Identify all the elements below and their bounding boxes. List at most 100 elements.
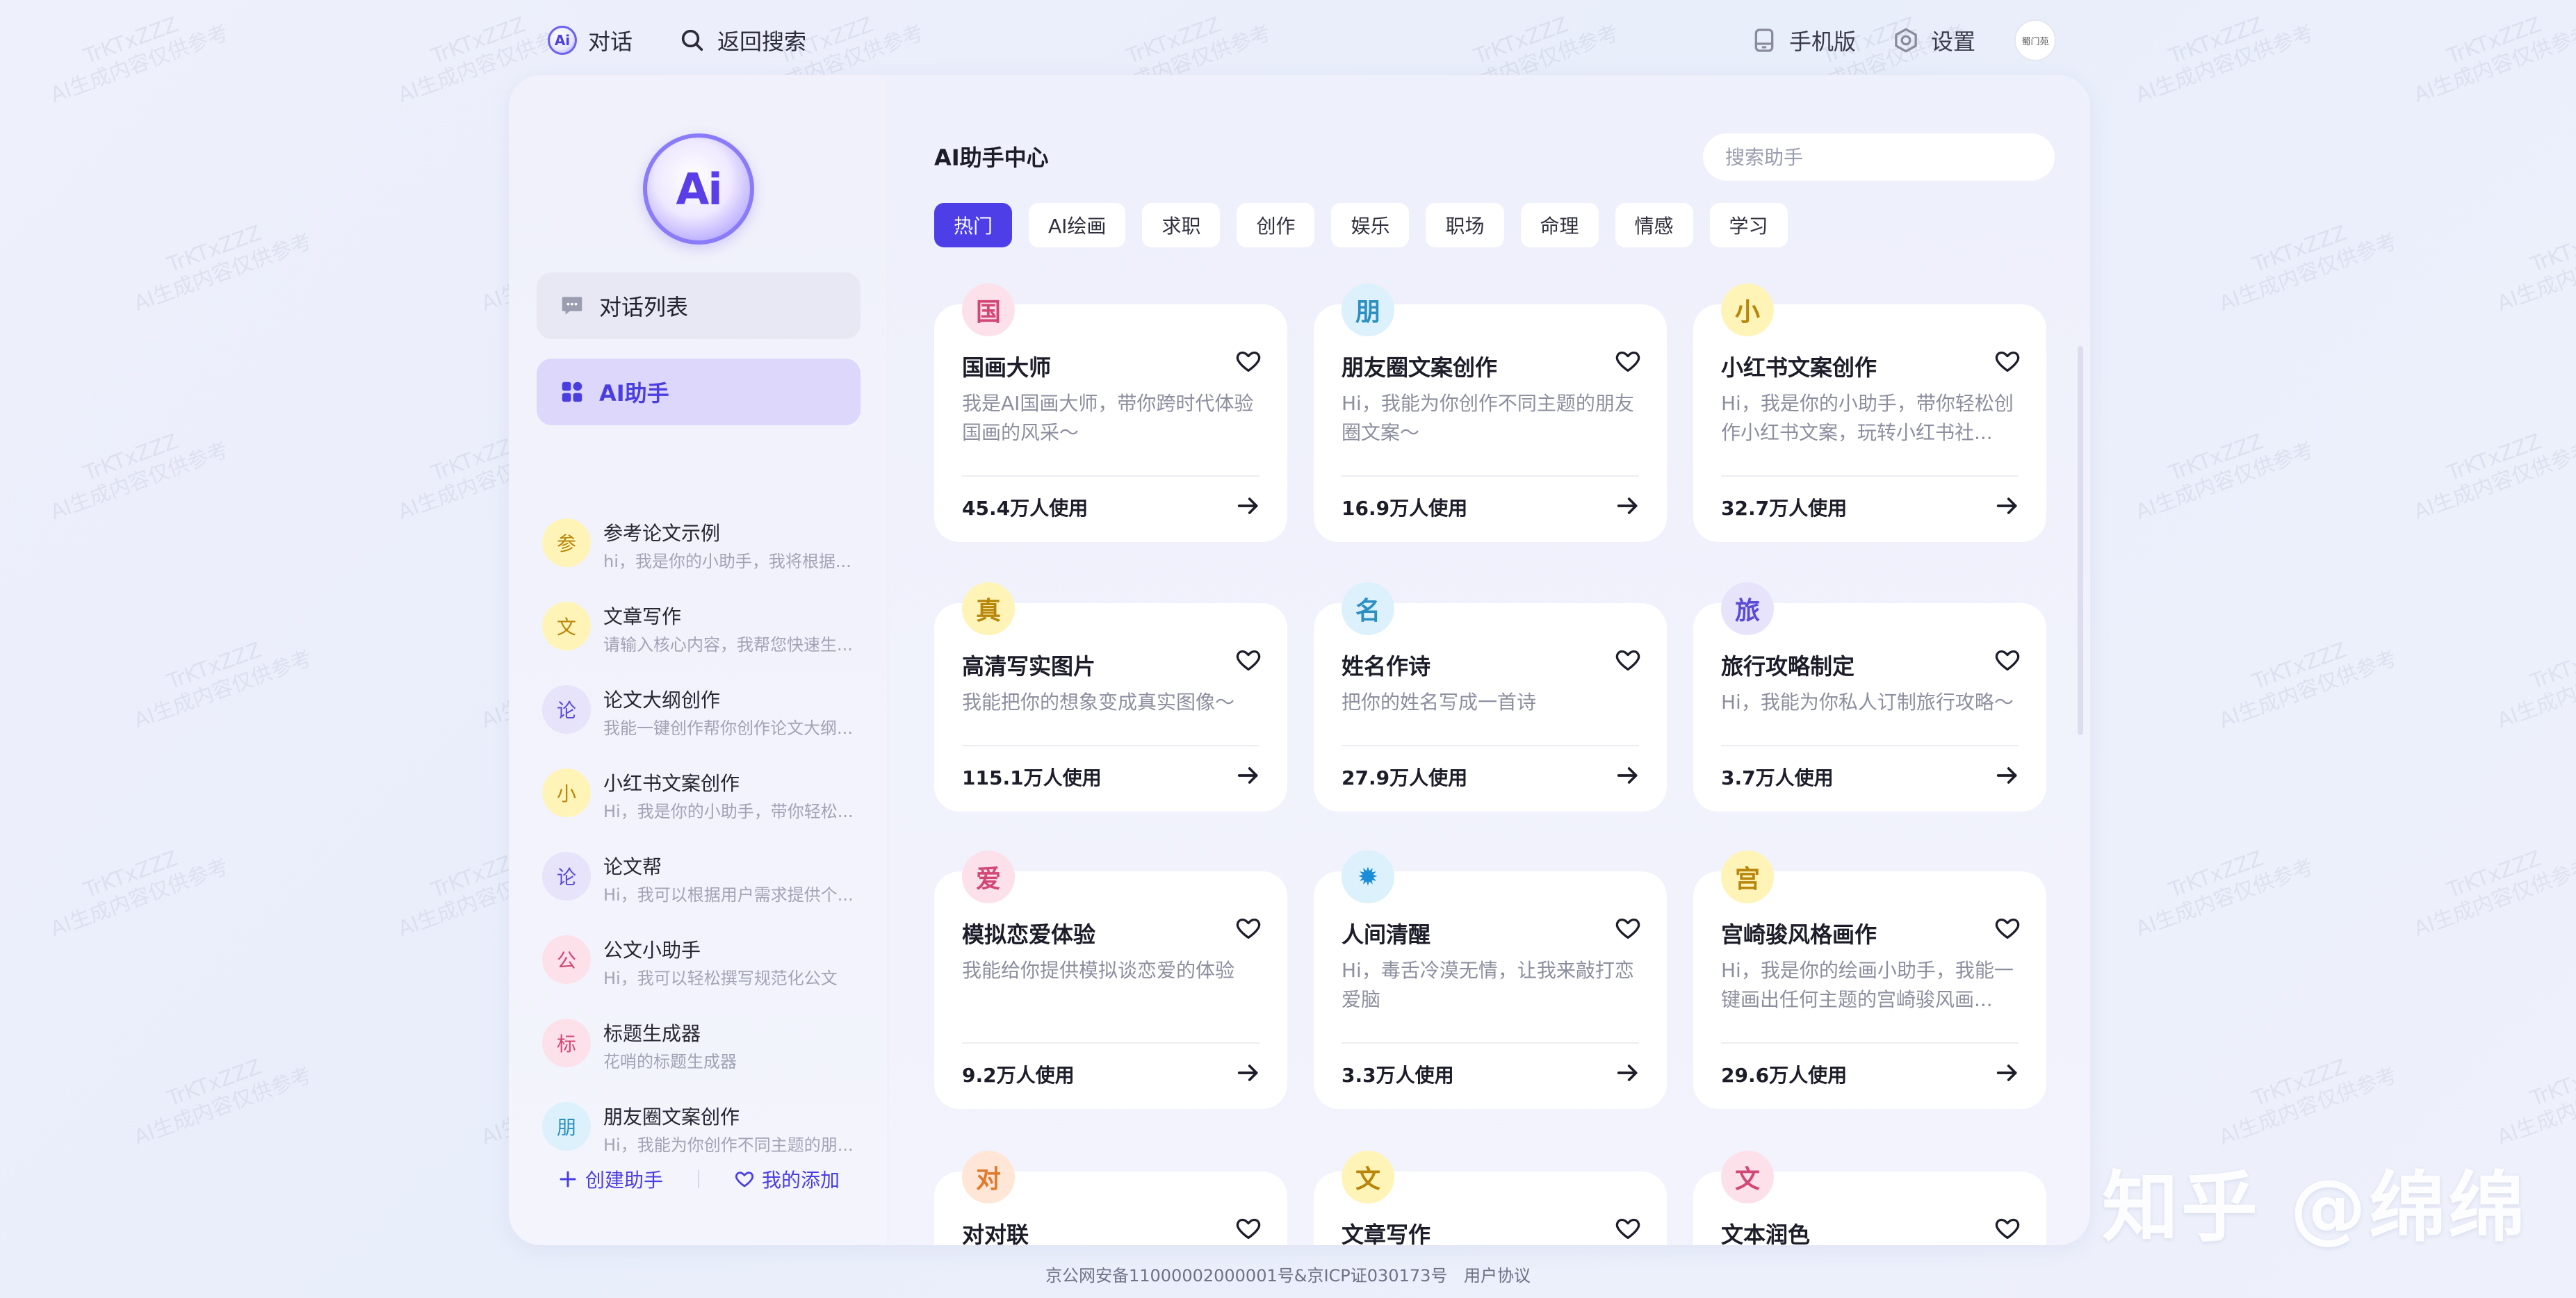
watermark-text: TrKTxZZZAI生成内容仅供参考 <box>2486 623 2576 734</box>
assistant-card[interactable]: 爱模拟恋爱体验 我能给你提供模拟谈恋爱的体验 9.2万人使用 <box>934 851 1287 1109</box>
watermark-line: AI生成内容仅供参考 <box>131 646 316 733</box>
sidebar-assistant-item[interactable]: 文文章写作 请输入核心内容，我帮您快速生... <box>537 588 861 671</box>
assistant-name: 论文大纲创作 <box>603 689 721 712</box>
card-desc: 我能给你提供模拟谈恋爱的体验 <box>962 959 1235 982</box>
ai-assistant-button[interactable]: AI助手 <box>537 359 861 425</box>
grid-icon <box>562 381 582 402</box>
assistant-card[interactable]: 旅旅行攻略制定 Hi，我能为你私人订制旅行攻略～ 3.7万人使用 <box>1693 582 2046 812</box>
arrow-right-icon[interactable] <box>1994 762 2021 789</box>
watermark-line: TrKTxZZZ <box>80 429 181 486</box>
favorite-heart-icon[interactable] <box>1994 646 2021 674</box>
user-avatar[interactable]: 蜀门苑 <box>2014 19 2056 61</box>
category-tab[interactable]: 求职 <box>1142 203 1221 247</box>
category-tab[interactable]: 命理 <box>1520 203 1599 247</box>
watermark-line: AI生成内容仅供参考 <box>47 437 232 525</box>
icp-text: 京公网安备11000002000001号&京ICP证030173号 <box>1045 1266 1448 1285</box>
watermark-line: TrKTxZZZ <box>2249 1055 2350 1112</box>
card-initial-icon: ✹ <box>1342 851 1394 903</box>
favorite-heart-icon[interactable] <box>1614 347 1642 375</box>
favorite-heart-icon[interactable] <box>1614 1215 1642 1242</box>
arrow-right-icon[interactable] <box>1614 492 1642 520</box>
watermark-line: AI生成内容仅供参考 <box>47 854 232 942</box>
favorite-heart-icon[interactable] <box>1234 914 1262 942</box>
category-tab[interactable]: 学习 <box>1709 203 1788 247</box>
watermark-text: TrKTxZZZAI生成内容仅供参考 <box>2124 414 2317 525</box>
category-tab[interactable]: 职场 <box>1426 203 1504 247</box>
arrow-right-icon[interactable] <box>1994 492 2021 520</box>
sidebar-assistant-item[interactable]: 标标题生成器 花哨的标题生成器 <box>537 1005 861 1088</box>
category-tab[interactable]: 情感 <box>1615 203 1693 247</box>
sidebar-assistant-item[interactable]: 论论文帮 Hi，我可以根据用户需求提供个... <box>537 838 861 921</box>
assistant-card[interactable]: 对对对联 <box>934 1151 1287 1245</box>
assistant-desc: 请输入核心内容，我帮您快速生... <box>603 635 853 655</box>
gear-icon <box>1895 28 1917 53</box>
watermark-line: TrKTxZZZ <box>2249 638 2350 695</box>
arrow-right-icon[interactable] <box>1994 1059 2021 1087</box>
assistant-card[interactable]: 真高清写实图片 我能把你的想象变成真实图像～ 115.1万人使用 <box>934 582 1287 812</box>
arrow-right-icon[interactable] <box>1614 762 1642 789</box>
create-assistant-label: 创建助手 <box>585 1169 663 1192</box>
watermark-line: TrKTxZZZ <box>163 221 265 278</box>
my-added-button[interactable]: 我的添加 <box>734 1165 840 1193</box>
assistant-card[interactable]: 文文本润色 <box>1693 1151 2046 1245</box>
assistant-card[interactable]: 国国画大师 我是AI国画大师，带你跨时代体验国画的风采～ 45.4万人使用 <box>934 284 1287 542</box>
assistant-card[interactable]: 文文章写作 <box>1314 1151 1667 1245</box>
create-assistant-button[interactable]: 创建助手 <box>557 1165 663 1193</box>
assistant-card[interactable]: 小小红书文案创作 Hi，我是你的小助手，带你轻松创作小红书文案，玩转小红书社...… <box>1693 284 2046 542</box>
card-divider <box>1721 745 2019 746</box>
chat-nav-button[interactable]: Ai 对话 <box>548 21 633 60</box>
arrow-right-icon[interactable] <box>1234 1059 1262 1087</box>
favorite-heart-icon[interactable] <box>1234 1215 1262 1242</box>
logo-text: Ai <box>676 163 722 215</box>
category-tab[interactable]: 热门 <box>934 203 1013 247</box>
watermark-line: TrKTxZZZ <box>163 638 265 695</box>
favorite-heart-icon[interactable] <box>1614 914 1642 942</box>
assistant-initial-icon: 参 <box>542 518 591 567</box>
back-search-button[interactable]: 返回搜索 <box>678 21 806 60</box>
user-agreement-link[interactable]: 用户协议 <box>1464 1266 1531 1285</box>
card-usage-count: 32.7万人使用 <box>1721 497 1848 520</box>
card-initial-icon: 朋 <box>1342 284 1394 336</box>
search-icon <box>681 29 703 51</box>
card-desc: Hi，毒舌冷漠无情，让我来敲打恋爱脑 <box>1342 959 1634 1011</box>
assistant-card[interactable]: 名姓名作诗 把你的姓名写成一首诗 27.9万人使用 <box>1314 582 1667 812</box>
favorite-heart-icon[interactable] <box>1994 1215 2021 1242</box>
favorite-heart-icon[interactable] <box>1234 646 1262 674</box>
watermark-line: TrKTxZZZ <box>2165 846 2267 903</box>
scrollbar[interactable] <box>2078 346 2083 735</box>
assistant-card[interactable]: 宫宫崎骏风格画作 Hi，我是你的绘画小助手，我能一键画出任何主题的宫崎骏风画...… <box>1693 851 2046 1109</box>
card-divider <box>962 745 1260 746</box>
card-title: 文本润色 <box>1721 1222 1811 1245</box>
sidebar-assistant-item[interactable]: 公公文小助手 Hi，我可以轻松撰写规范化公文 <box>537 921 861 1005</box>
arrow-right-icon[interactable] <box>1234 762 1262 789</box>
assistant-search-input[interactable] <box>1703 133 2055 181</box>
favorite-heart-icon[interactable] <box>1614 646 1642 674</box>
chat-list-button[interactable]: 对话列表 <box>537 272 861 339</box>
watermark-line: AI生成内容仅供参考 <box>2411 854 2576 942</box>
watermark-line: AI生成内容仅供参考 <box>2494 1062 2576 1150</box>
arrow-right-icon[interactable] <box>1614 1059 1642 1087</box>
card-title: 国画大师 <box>962 354 1052 381</box>
sidebar-assistant-item[interactable]: 论论文大纲创作 我能一键创作帮你创作论文大纲... <box>537 671 861 755</box>
category-tab[interactable]: 创作 <box>1237 203 1315 247</box>
mobile-version-button[interactable]: 手机版 <box>1750 21 1856 60</box>
assistant-initial-icon: 论 <box>542 685 591 734</box>
category-tab[interactable]: 娱乐 <box>1331 203 1410 247</box>
chat-nav-label: 对话 <box>588 28 633 55</box>
assistant-card[interactable]: 朋朋友圈文案创作 Hi，我能为你创作不同主题的朋友圈文案～ 16.9万人使用 <box>1314 284 1667 542</box>
favorite-heart-icon[interactable] <box>1234 347 1262 375</box>
card-usage-count: 115.1万人使用 <box>962 766 1102 789</box>
card-usage-count: 3.7万人使用 <box>1721 766 1834 789</box>
card-title: 对对联 <box>962 1222 1029 1245</box>
favorite-heart-icon[interactable] <box>1994 914 2021 942</box>
arrow-right-icon[interactable] <box>1234 492 1262 520</box>
sidebar-assistant-item[interactable]: 小小红书文案创作 Hi，我是你的小助手，带你轻松... <box>537 755 861 838</box>
settings-button[interactable]: 设置 <box>1892 21 1975 60</box>
assistant-card[interactable]: ✹ 人间清醒 Hi，毒舌冷漠无情，让我来敲打恋爱脑 3.3万人使用 <box>1314 851 1667 1109</box>
assistant-name: 文章写作 <box>603 605 682 628</box>
category-tab[interactable]: AI绘画 <box>1029 203 1126 247</box>
card-usage-count: 3.3万人使用 <box>1342 1064 1454 1087</box>
favorite-heart-icon[interactable] <box>1994 347 2021 375</box>
sidebar-assistant-item[interactable]: 参参考论文示例 hi，我是你的小助手，我将根据... <box>537 504 861 588</box>
card-title: 朋友圈文案创作 <box>1342 354 1498 381</box>
